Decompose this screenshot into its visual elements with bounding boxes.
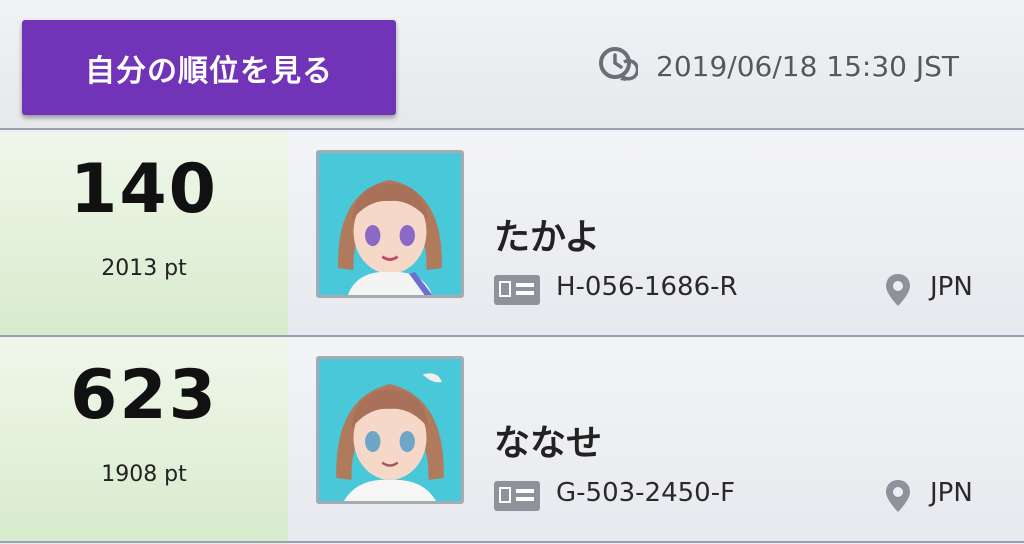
header: 自分の順位を見る 2019/06/18 15:30 JST [0,0,1024,130]
location-pin-icon [886,480,910,512]
trainer-id: H-056-1686-R [556,272,738,302]
player-avatar [316,356,464,504]
rank-number: 140 [70,150,218,229]
rank-cell: 140 2013 pt [0,132,288,335]
id-card-icon [494,481,540,511]
update-timestamp: 2019/06/18 15:30 JST [596,44,959,88]
ranking-row[interactable]: 623 1908 pt ななせ G-503-2450-F JPN [0,338,1024,543]
player-name: たかよ [494,217,601,258]
player-name: ななせ [494,423,603,464]
rank-cell: 623 1908 pt [0,338,288,541]
timestamp-text: 2019/06/18 15:30 JST [656,49,960,83]
clock-refresh-icon [596,42,640,91]
view-my-rank-button[interactable]: 自分の順位を見る [22,20,396,115]
region: JPN [930,272,973,302]
ranking-row[interactable]: 140 2013 pt たかよ H-056-1686-R JPN [0,132,1024,337]
trainer-id: G-503-2450-F [556,478,736,508]
player-avatar [316,150,464,298]
rank-points: 2013 pt [101,256,187,281]
location-pin-icon [886,274,910,306]
id-card-icon [494,275,540,305]
rank-number: 623 [70,356,218,435]
region: JPN [930,478,973,508]
rank-points: 1908 pt [101,462,187,487]
